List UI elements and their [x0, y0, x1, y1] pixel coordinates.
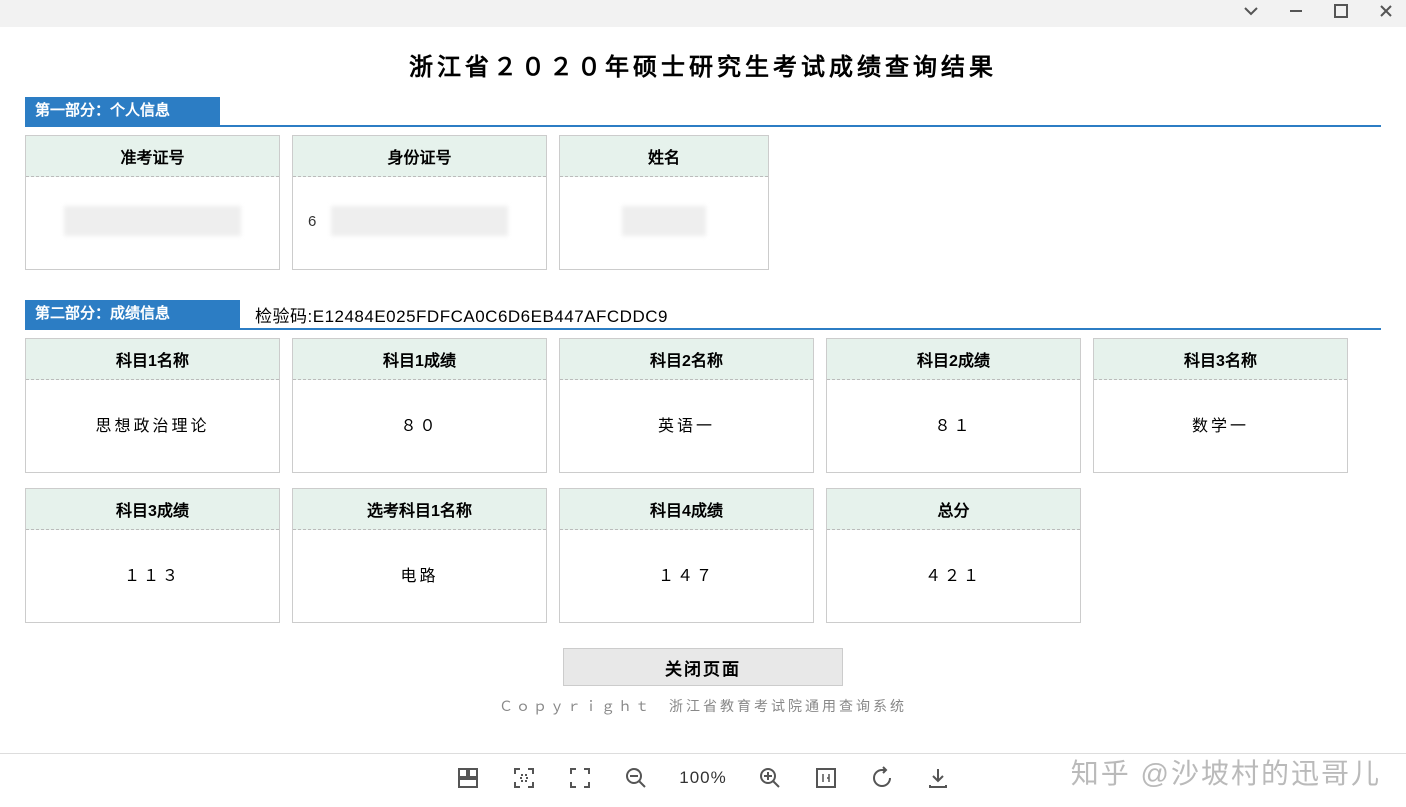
card-value: ４２１	[827, 530, 1080, 618]
card-label: 选考科目1名称	[293, 489, 546, 530]
maximize-icon[interactable]	[1331, 2, 1351, 25]
card-value-redacted: 6	[293, 177, 546, 265]
card-exam-id: 准考证号	[25, 135, 280, 270]
section2-cards-row1: 科目1名称 思想政治理论 科目1成绩 ８０ 科目2名称 英语一 科目2成绩 ８１…	[25, 338, 1381, 473]
card-subject1-name: 科目1名称 思想政治理论	[25, 338, 280, 473]
card-value: 数学一	[1094, 380, 1347, 468]
gallery-icon[interactable]	[455, 765, 481, 791]
card-label: 总分	[827, 489, 1080, 530]
card-value-redacted	[560, 177, 768, 265]
card-subject2-score: 科目2成绩 ８１	[826, 338, 1081, 473]
verify-label: 检验码:	[255, 307, 313, 326]
zoom-in-icon[interactable]	[757, 765, 783, 791]
card-label: 科目2名称	[560, 339, 813, 380]
window-titlebar	[0, 0, 1406, 27]
card-name: 姓名	[559, 135, 769, 270]
card-total-score: 总分 ４２１	[826, 488, 1081, 623]
content-area: 浙江省２０２０年硕士研究生考试成绩查询结果 第一部分：个人信息 准考证号 身份证…	[0, 27, 1406, 716]
card-label: 科目3成绩	[26, 489, 279, 530]
close-icon[interactable]	[1376, 2, 1396, 25]
page-title: 浙江省２０２０年硕士研究生考试成绩查询结果	[25, 47, 1381, 82]
partial-id: 6	[308, 213, 317, 230]
viewer-toolbar: 100%	[0, 753, 1406, 801]
card-subject3-score: 科目3成绩 １１３	[25, 488, 280, 623]
section1-title: 第一部分：个人信息	[25, 97, 220, 125]
card-label: 身份证号	[293, 136, 546, 177]
section2-title: 第二部分：成绩信息	[25, 300, 240, 328]
card-value-redacted	[26, 177, 279, 265]
card-value: 英语一	[560, 380, 813, 468]
minimize-icon[interactable]	[1286, 2, 1306, 25]
card-value: 电路	[293, 530, 546, 618]
download-icon[interactable]	[925, 765, 951, 791]
card-subject3-name: 科目3名称 数学一	[1093, 338, 1348, 473]
card-label: 科目2成绩	[827, 339, 1080, 380]
zoom-level: 100%	[679, 768, 726, 788]
section1-cards: 准考证号 身份证号 6 姓名	[25, 135, 1381, 270]
copyright: Ｃｏｐｙｒｉｇｈｔ 浙江省教育考试院通用查询系统	[25, 696, 1381, 716]
card-value: １１３	[26, 530, 279, 618]
close-page-button[interactable]: 关闭页面	[563, 648, 843, 686]
actual-size-icon[interactable]	[813, 765, 839, 791]
card-label: 准考证号	[26, 136, 279, 177]
section1-header: 第一部分：个人信息	[25, 97, 1381, 127]
card-value: ８０	[293, 380, 546, 468]
verify-value: E12484E025FDFCA0C6D6EB447AFCDDC9	[313, 307, 668, 326]
card-subject2-name: 科目2名称 英语一	[559, 338, 814, 473]
rotate-icon[interactable]	[869, 765, 895, 791]
card-subject1-score: 科目1成绩 ８０	[292, 338, 547, 473]
card-label: 科目3名称	[1094, 339, 1347, 380]
card-label: 科目1成绩	[293, 339, 546, 380]
card-elective1-name: 选考科目1名称 电路	[292, 488, 547, 623]
fit-screen-icon[interactable]	[567, 765, 593, 791]
minimize-chevron-icon[interactable]	[1241, 2, 1261, 25]
section2-cards-row2: 科目3成绩 １１３ 选考科目1名称 电路 科目4成绩 １４７ 总分 ４２１	[25, 488, 1381, 623]
card-value: 思想政治理论	[26, 380, 279, 468]
card-id-number: 身份证号 6	[292, 135, 547, 270]
card-label: 姓名	[560, 136, 768, 177]
card-value: ８１	[827, 380, 1080, 468]
card-value: １４７	[560, 530, 813, 618]
verify-code: 检验码:E12484E025FDFCA0C6D6EB447AFCDDC9	[255, 302, 668, 327]
section2-header: 第二部分：成绩信息 检验码:E12484E025FDFCA0C6D6EB447A…	[25, 300, 1381, 330]
zoom-out-icon[interactable]	[623, 765, 649, 791]
card-label: 科目1名称	[26, 339, 279, 380]
card-label: 科目4成绩	[560, 489, 813, 530]
card-subject4-score: 科目4成绩 １４７	[559, 488, 814, 623]
fullscreen-icon[interactable]	[511, 765, 537, 791]
